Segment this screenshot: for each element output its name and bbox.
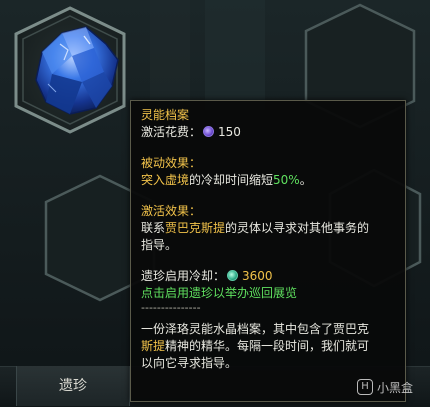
passive-header: 被动效果： xyxy=(141,156,202,170)
watermark-text: 小黑盒 xyxy=(377,380,414,395)
passive-ability-name: 突入虚境 xyxy=(141,173,190,187)
teal-token-icon xyxy=(227,270,239,281)
activation-cost-row: 激活花费： 150 xyxy=(141,124,395,141)
active-text-post: 的灵体以寻求对其他事务的 xyxy=(225,221,370,235)
passive-text: 的冷却时间缩短 xyxy=(189,173,274,187)
description-name: 斯提 xyxy=(141,339,166,353)
description-text: 精神的精华。每隔一段时间，我们就可 xyxy=(165,339,370,353)
activation-cost-label: 激活花费： xyxy=(141,125,202,139)
description-line3: 以向它寻求指导。 xyxy=(141,356,238,370)
watermark: H 小黑盒 xyxy=(357,378,413,396)
active-effect-line2: 指导。 xyxy=(141,238,178,252)
relic-hint: 点击启用遗珍以举办巡回展览 xyxy=(141,286,298,300)
active-text-pre: 联系 xyxy=(141,221,166,235)
purple-token-icon xyxy=(203,126,215,137)
activation-cost-value: 150 xyxy=(218,125,241,139)
relic-cooldown-value: 3600 xyxy=(242,269,273,283)
active-effect-line1: 联系贾巴克斯提的灵体以寻求对其他事务的 xyxy=(141,220,395,237)
active-character-name: 贾巴克斯提 xyxy=(165,221,226,235)
relic-tooltip: 灵能档案 激活花费： 150 被动效果： 突入虚境的冷却时间缩短50%。 激活效果… xyxy=(130,100,406,402)
passive-effect: 突入虚境的冷却时间缩短50%。 xyxy=(141,172,395,189)
tooltip-title: 灵能档案 xyxy=(141,108,190,122)
watermark-logo: H xyxy=(357,379,373,395)
description-line1: 一份泽珞灵能水晶档案，其中包含了贾巴克 xyxy=(141,322,370,336)
passive-percent: 50% xyxy=(273,173,300,187)
relic-cooldown-label: 遗珍启用冷却： xyxy=(141,269,226,283)
active-header: 激活效果： xyxy=(141,204,202,218)
divider: --------------- xyxy=(141,301,201,314)
tab-relics[interactable]: 遗珍 xyxy=(16,366,130,406)
description-line2: 斯提精神的精华。每隔一段时间，我们就可 xyxy=(141,337,395,354)
passive-end: 。 xyxy=(299,173,312,187)
relic-cooldown-row: 遗珍启用冷却： 3600 xyxy=(141,268,395,285)
